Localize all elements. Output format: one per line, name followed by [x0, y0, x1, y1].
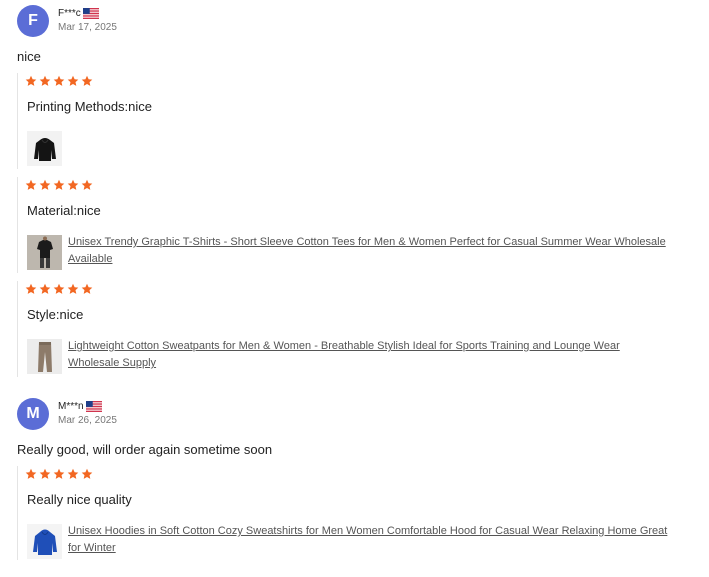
- hoodie-thumbnail[interactable]: [27, 131, 62, 166]
- product-link-row[interactable]: Unisex Hoodies in Soft Cotton Cozy Sweat…: [27, 524, 668, 559]
- reviewer-meta: F***c Mar 17, 2025: [58, 5, 117, 34]
- star-icon: [25, 468, 37, 480]
- product-link[interactable]: Unisex Trendy Graphic T-Shirts - Short S…: [68, 234, 668, 268]
- review-comment: nice: [17, 49, 41, 64]
- avatar: F: [17, 5, 49, 37]
- star-icon: [81, 179, 93, 191]
- sub-review-text: Really nice quality: [27, 492, 132, 507]
- reviewer-name: F***c: [58, 7, 81, 19]
- sub-review: Material:nice Unisex Trendy Graphic T-Sh…: [17, 177, 678, 273]
- star-icon: [67, 179, 79, 191]
- star-icon: [81, 75, 93, 87]
- star-rating: [25, 179, 93, 191]
- tshirt-thumbnail[interactable]: [27, 235, 62, 270]
- review-header: F F***c Mar 17, 2025: [17, 5, 697, 37]
- star-icon: [53, 75, 65, 87]
- sub-review: Style:nice Lightweight Cotton Sweatpants…: [17, 281, 678, 377]
- star-icon: [25, 179, 37, 191]
- star-icon: [39, 179, 51, 191]
- us-flag-icon: [83, 8, 99, 19]
- star-icon: [39, 283, 51, 295]
- product-link[interactable]: Unisex Hoodies in Soft Cotton Cozy Sweat…: [68, 523, 668, 557]
- star-icon: [53, 283, 65, 295]
- star-icon: [67, 468, 79, 480]
- star-icon: [39, 75, 51, 87]
- sub-review: Printing Methods:nice: [17, 73, 678, 169]
- review-date: Mar 26, 2025: [58, 415, 117, 426]
- star-icon: [39, 468, 51, 480]
- star-icon: [81, 468, 93, 480]
- review-photo[interactable]: [27, 131, 62, 166]
- star-icon: [25, 75, 37, 87]
- sub-review-text: Printing Methods:nice: [27, 99, 153, 114]
- hoodie-thumbnail[interactable]: [27, 524, 62, 559]
- us-flag-icon: [86, 401, 102, 412]
- review-card: F F***c Mar 17, 2025 nice Printing Metho…: [17, 5, 697, 377]
- sub-review: Really nice quality Unisex Hoodies in So…: [17, 466, 678, 560]
- star-icon: [67, 283, 79, 295]
- reviewer-name: M***n: [58, 400, 84, 412]
- star-icon: [67, 75, 79, 87]
- star-icon: [53, 468, 65, 480]
- product-link[interactable]: Lightweight Cotton Sweatpants for Men & …: [68, 338, 668, 372]
- star-rating: [25, 75, 93, 87]
- star-icon: [81, 283, 93, 295]
- review-card: M M***n Mar 26, 2025 Really good, will o…: [17, 398, 697, 560]
- review-comment: Really good, will order again sometime s…: [17, 442, 273, 457]
- star-icon: [25, 283, 37, 295]
- reviewer-name-row: F***c: [58, 6, 117, 20]
- star-icon: [53, 179, 65, 191]
- review-header: M M***n Mar 26, 2025: [17, 398, 697, 430]
- product-link-row[interactable]: Lightweight Cotton Sweatpants for Men & …: [27, 339, 668, 374]
- reviewer-name-row: M***n: [58, 399, 117, 413]
- star-rating: [25, 283, 93, 295]
- avatar: M: [17, 398, 49, 430]
- sub-review-text: Style:nice: [27, 307, 84, 322]
- product-link-row[interactable]: Unisex Trendy Graphic T-Shirts - Short S…: [27, 235, 668, 270]
- sub-review-text: Material:nice: [27, 203, 101, 218]
- sweatpants-thumbnail[interactable]: [27, 339, 62, 374]
- star-rating: [25, 468, 93, 480]
- reviewer-meta: M***n Mar 26, 2025: [58, 398, 117, 427]
- review-date: Mar 17, 2025: [58, 22, 117, 33]
